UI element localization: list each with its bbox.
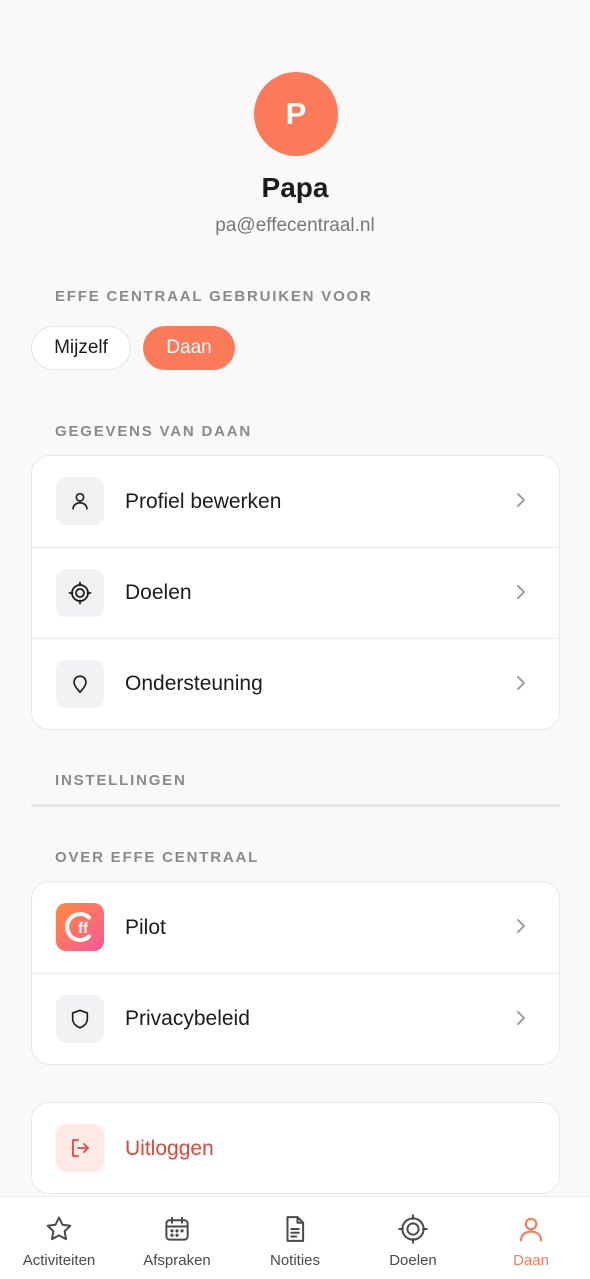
- menu-item-label: Privacybeleid: [125, 1007, 250, 1030]
- star-icon: [43, 1213, 75, 1245]
- user-email: pa@effecentraal.nl: [215, 215, 375, 236]
- menu-item-label: Profiel bewerken: [125, 489, 282, 513]
- logout-button[interactable]: Uitloggen: [32, 1103, 559, 1193]
- section-divider: [31, 804, 560, 807]
- chevron-right-icon: [513, 675, 529, 691]
- person-icon: [56, 477, 104, 525]
- section-title-details: GEGEVENS VAN DAAN: [55, 423, 253, 440]
- menu-item-label: Pilot: [125, 915, 166, 939]
- location-pin-icon: [56, 660, 104, 708]
- section-title-use-for: EFFE CENTRAAL GEBRUIKEN VOOR: [55, 288, 373, 305]
- logout-icon: [56, 1124, 104, 1172]
- target-icon: [397, 1213, 429, 1245]
- person-icon: [515, 1213, 547, 1245]
- user-name: Papa: [261, 172, 329, 203]
- chip-mijzelf[interactable]: Mijzelf: [31, 326, 131, 370]
- tab-daan[interactable]: Daan: [472, 1197, 590, 1279]
- tab-bar: Activiteiten Afspraken Notities Doelen D…: [0, 1196, 590, 1279]
- calendar-icon: [161, 1213, 193, 1245]
- logout-card: Uitloggen: [31, 1102, 560, 1194]
- menu-item-privacybeleid[interactable]: Privacybeleid: [32, 973, 559, 1064]
- menu-item-doelen[interactable]: Doelen: [32, 547, 559, 638]
- svg-text:ff: ff: [78, 920, 89, 937]
- chevron-right-icon: [513, 918, 529, 934]
- chevron-right-icon: [513, 492, 529, 508]
- tab-notities[interactable]: Notities: [236, 1197, 354, 1279]
- document-icon: [279, 1213, 311, 1245]
- chevron-right-icon: [513, 584, 529, 600]
- tab-label: Doelen: [389, 1252, 437, 1269]
- tab-activiteiten[interactable]: Activiteiten: [0, 1197, 118, 1279]
- effe-centraal-logo-icon: ff: [56, 903, 104, 951]
- tab-label: Notities: [269, 1252, 321, 1269]
- section-title-about: OVER EFFE CENTRAAL: [55, 849, 260, 866]
- shield-icon: [56, 995, 104, 1043]
- section-title-settings[interactable]: INSTELLINGEN: [55, 772, 187, 789]
- menu-item-label: Ondersteuning: [125, 672, 263, 695]
- target-icon: [56, 569, 104, 617]
- avatar-initial: P: [285, 96, 307, 131]
- about-card: ff Pilot Privacybeleid: [31, 881, 560, 1065]
- avatar: P: [254, 72, 338, 156]
- tab-afspraken[interactable]: Afspraken: [118, 1197, 236, 1279]
- menu-item-label: Doelen: [125, 581, 192, 604]
- menu-item-profiel-bewerken[interactable]: Profiel bewerken: [32, 456, 559, 547]
- tab-label: Activiteiten: [22, 1252, 96, 1269]
- menu-item-ondersteuning[interactable]: Ondersteuning: [32, 638, 559, 729]
- chip-daan[interactable]: Daan: [143, 326, 235, 370]
- tab-label: Afspraken: [143, 1252, 211, 1269]
- chevron-right-icon: [513, 1010, 529, 1026]
- tab-doelen[interactable]: Doelen: [354, 1197, 472, 1279]
- tab-label: Daan: [513, 1252, 549, 1269]
- menu-item-pilot[interactable]: ff Pilot: [32, 882, 559, 973]
- details-card: Profiel bewerken Doelen Ondersteuning: [31, 455, 560, 730]
- logout-label: Uitloggen: [125, 1136, 214, 1160]
